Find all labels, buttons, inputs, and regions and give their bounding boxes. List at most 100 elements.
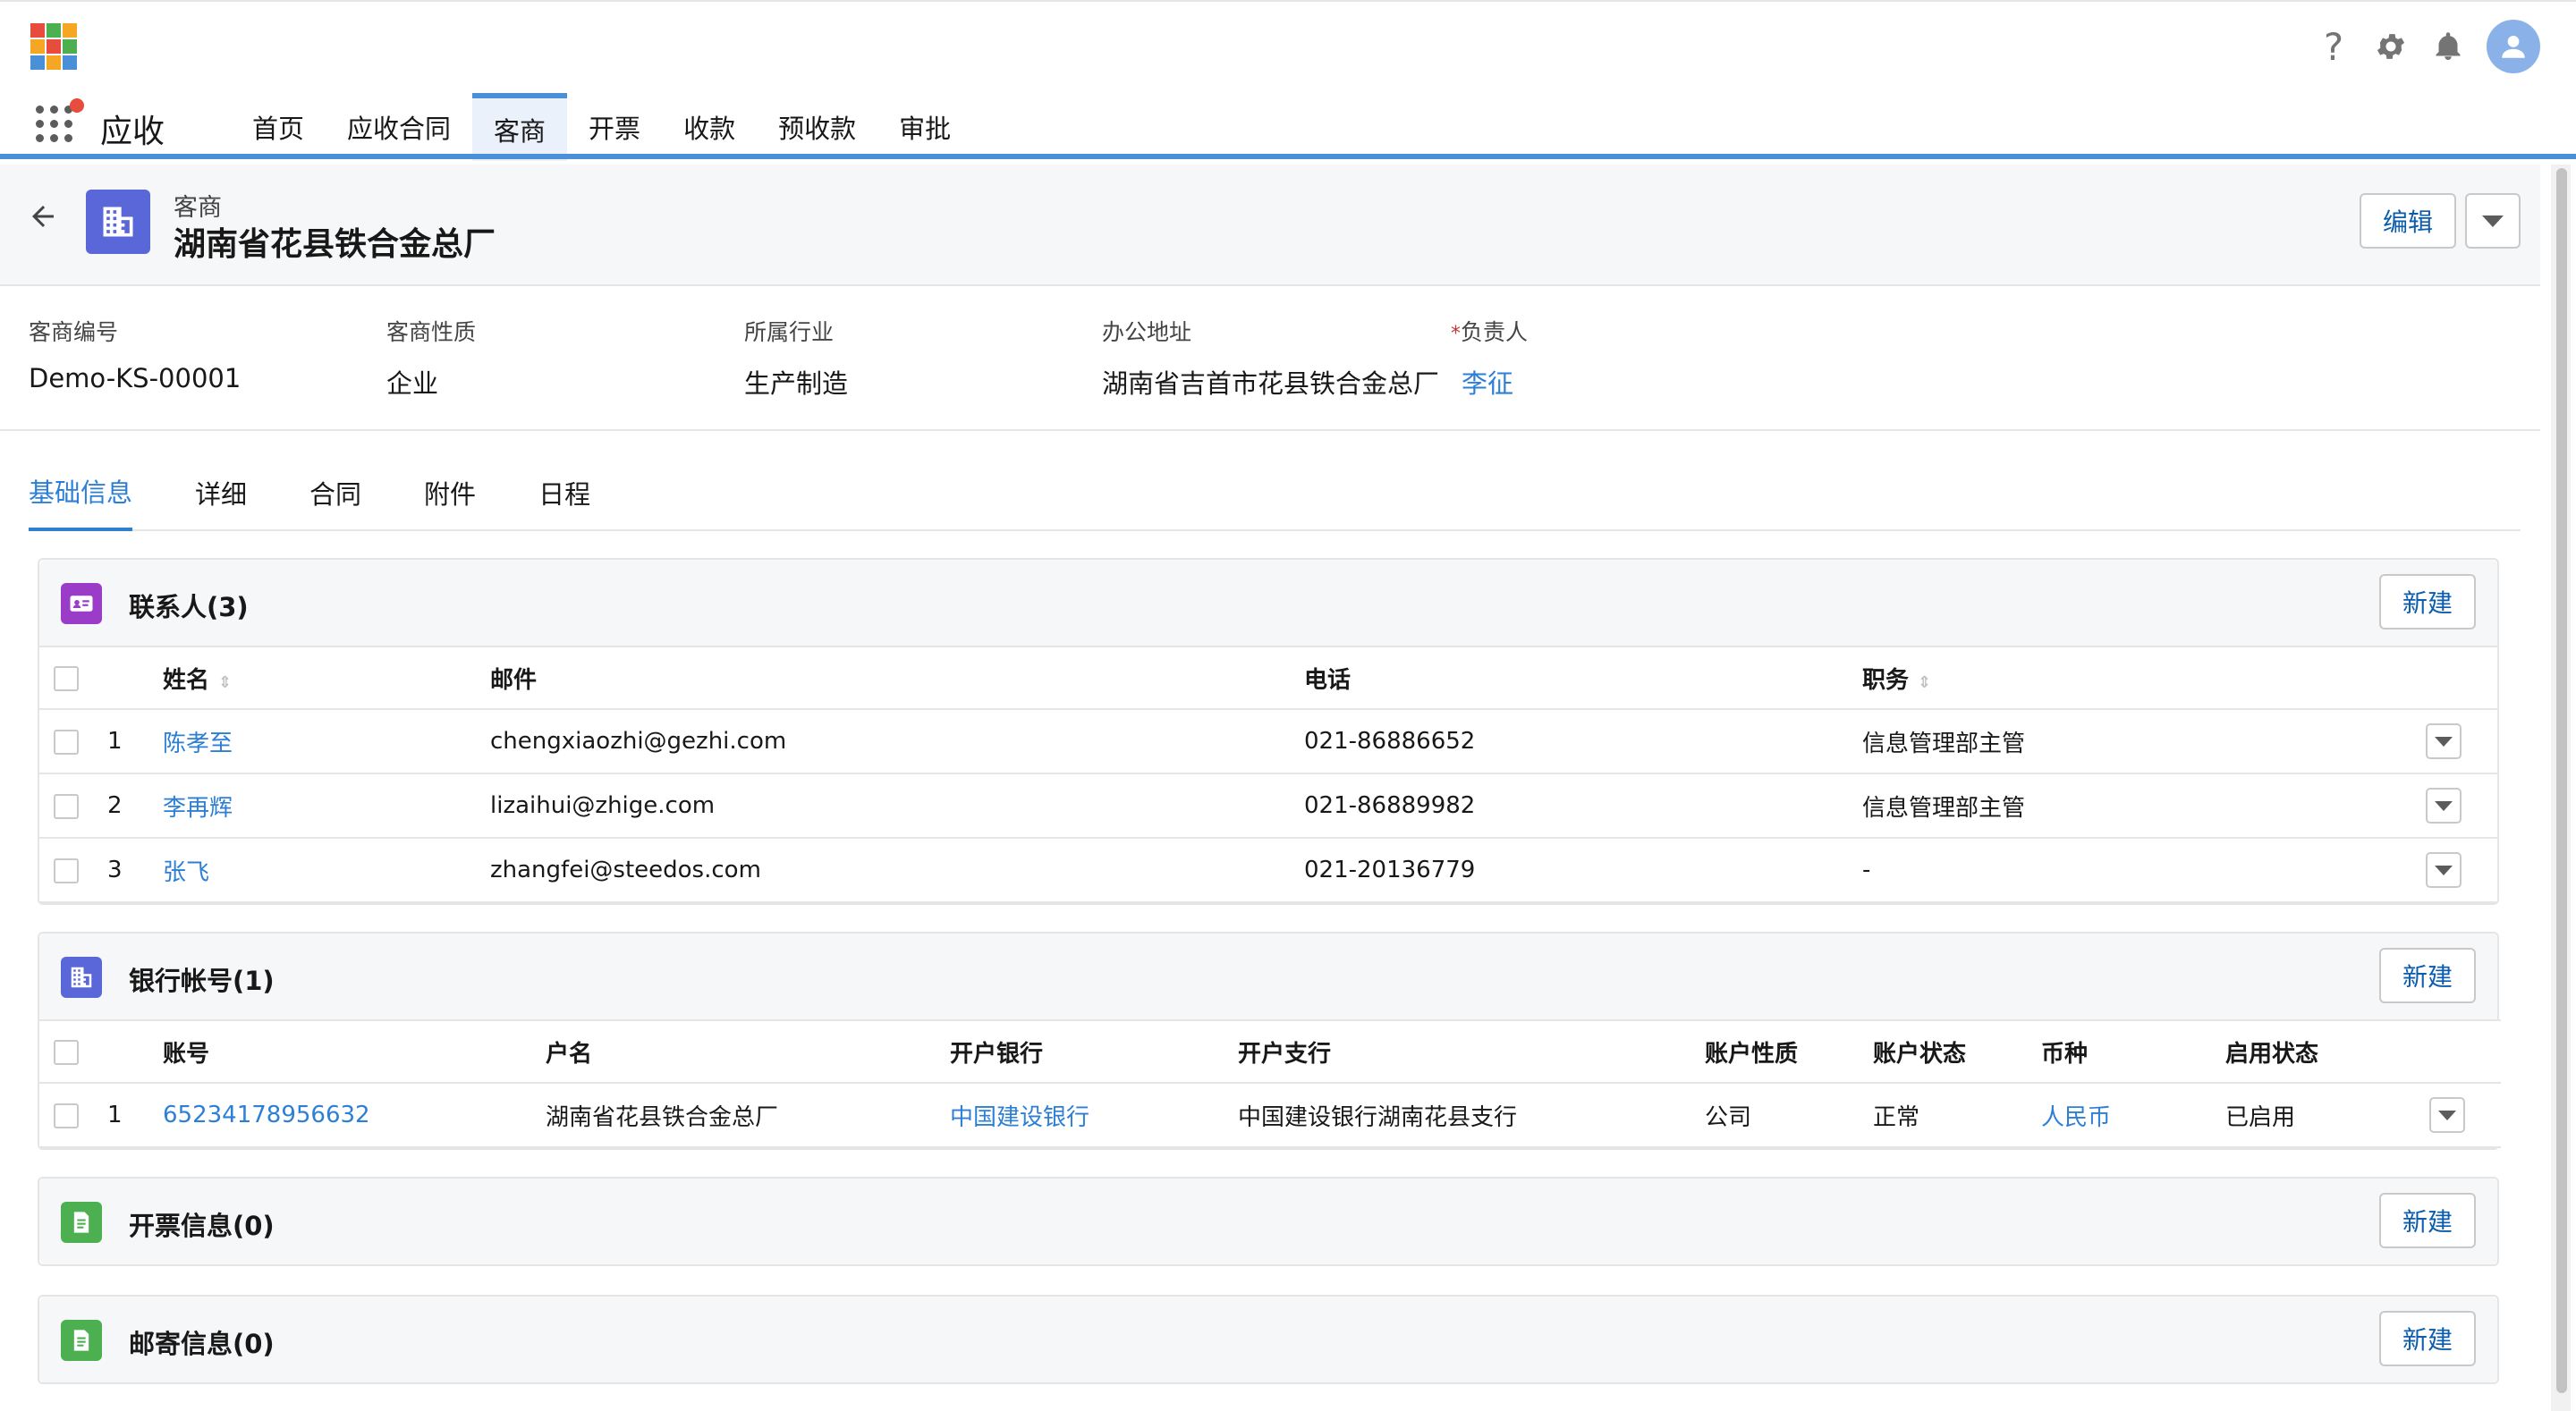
edit-button[interactable]: 编辑: [2360, 193, 2456, 249]
app-launcher-icon[interactable]: [36, 98, 84, 148]
field-label: 所属行业: [744, 319, 835, 345]
account-number-link[interactable]: 65234178956632: [163, 1083, 546, 1148]
related-list-mailing: 邮寄信息(0) 新建: [38, 1295, 2499, 1384]
contact-title: 信息管理部主管: [1862, 709, 2426, 774]
field-label: 办公地址: [1102, 319, 1192, 345]
chevron-down-icon: [2438, 1110, 2456, 1120]
record-header: 客商 湖南省花县铁合金总厂 编辑: [0, 165, 2540, 286]
scrollbar-thumb[interactable]: [2556, 168, 2567, 1393]
row-checkbox[interactable]: [54, 729, 79, 755]
table-row: 1 陈孝至 chengxiaozhi@gezhi.com 021-8688665…: [39, 709, 2497, 774]
table-row: 3 张飞 zhangfei@steedos.com 021-20136779 -: [39, 838, 2497, 903]
currency-link[interactable]: 人民币: [2041, 1083, 2225, 1148]
table-row: 2 李再辉 lizaihui@zhige.com 021-86889982 信息…: [39, 773, 2497, 839]
table-header-row: 账号 户名 开户银行 开户支行 账户性质 账户状态 币种 启用状态: [39, 1019, 2501, 1084]
contact-email: zhangfei@steedos.com: [490, 838, 1304, 903]
field-label: 客商编号: [29, 319, 119, 345]
related-list-title: 开票信息(0): [129, 1211, 275, 1241]
building-icon: [86, 190, 150, 254]
column-header-email: 邮件: [490, 646, 1304, 710]
nav-tab-approvals[interactable]: 审批: [877, 93, 972, 161]
chevron-down-icon: [2435, 865, 2453, 875]
bank-link[interactable]: 中国建设银行: [950, 1083, 1238, 1148]
chevron-down-icon: [2482, 215, 2504, 227]
nav-tabs: 首页 应收合同 客商 开票 收款 预收款 审批: [231, 93, 972, 161]
sort-icon[interactable]: ⇕: [1918, 673, 1931, 692]
table-row: 1 65234178956632 湖南省花县铁合金总厂 中国建设银行 中国建设银…: [39, 1083, 2501, 1148]
row-actions-button[interactable]: [2426, 788, 2462, 824]
chevron-down-icon: [2435, 800, 2453, 811]
vertical-scrollbar[interactable]: [2551, 165, 2571, 1411]
row-checkbox[interactable]: [54, 793, 79, 819]
account-holder: 湖南省花县铁合金总厂: [546, 1083, 950, 1148]
contact-phone: 021-86889982: [1304, 773, 1862, 839]
tab-attachments[interactable]: 附件: [424, 454, 476, 531]
help-icon[interactable]: ?: [2315, 20, 2352, 73]
field-office-address: 办公地址 湖南省吉首市花县铁合金总厂: [1102, 315, 1439, 401]
back-arrow-icon[interactable]: [27, 200, 59, 241]
row-actions-button[interactable]: [2429, 1097, 2465, 1133]
column-header-nature: 账户性质: [1705, 1019, 1873, 1084]
nav-tab-customers[interactable]: 客商: [472, 93, 568, 161]
new-contact-button[interactable]: 新建: [2379, 574, 2476, 629]
column-header-title[interactable]: 职务 ⇕: [1862, 646, 2426, 710]
gear-icon[interactable]: [2372, 20, 2410, 73]
contact-email: chengxiaozhi@gezhi.com: [490, 709, 1304, 774]
enabled-status: 已启用: [2225, 1083, 2429, 1148]
new-mailing-button[interactable]: 新建: [2379, 1311, 2476, 1366]
owner-link[interactable]: 李征: [1462, 363, 1528, 401]
field-value: 生产制造: [744, 368, 849, 399]
new-invoice-button[interactable]: 新建: [2379, 1193, 2476, 1248]
select-all-checkbox[interactable]: [54, 1039, 79, 1065]
related-list-header: 联系人(3) 新建: [39, 560, 2497, 646]
bell-icon[interactable]: [2429, 20, 2467, 73]
tab-details[interactable]: 详细: [195, 454, 247, 531]
contact-title: 信息管理部主管: [1862, 773, 2426, 839]
row-actions-button[interactable]: [2426, 723, 2462, 759]
contact-email: lizaihui@zhige.com: [490, 773, 1304, 839]
bank-accounts-table: 账号 户名 开户银行 开户支行 账户性质 账户状态 币种 启用状态 1 6523…: [39, 1019, 2501, 1148]
document-icon: [61, 1202, 102, 1243]
sort-icon[interactable]: ⇕: [218, 673, 232, 692]
contact-card-icon: [61, 583, 102, 624]
tab-basic-info[interactable]: 基础信息: [29, 454, 133, 531]
field-label: 客商性质: [386, 319, 477, 345]
select-all-checkbox[interactable]: [54, 665, 79, 691]
column-header-holder: 户名: [546, 1019, 950, 1084]
column-header-name[interactable]: 姓名 ⇕: [163, 646, 490, 710]
row-number: 3: [107, 838, 163, 903]
record-title: 湖南省花县铁合金总厂: [174, 226, 496, 263]
row-checkbox[interactable]: [54, 1103, 79, 1128]
row-actions-button[interactable]: [2426, 852, 2462, 888]
more-actions-button[interactable]: [2465, 193, 2521, 249]
column-header-currency: 币种: [2041, 1019, 2225, 1084]
column-header-phone: 电话: [1304, 646, 1862, 710]
nav-tab-home[interactable]: 首页: [231, 93, 326, 161]
detail-tabs: 基础信息 详细 合同 附件 日程: [29, 454, 2521, 531]
nav-tab-receivable-contracts[interactable]: 应收合同: [326, 93, 472, 161]
row-number: 1: [107, 1083, 163, 1148]
nav-tab-invoicing[interactable]: 开票: [567, 93, 662, 161]
tab-schedule[interactable]: 日程: [538, 454, 590, 531]
contact-name-link[interactable]: 李再辉: [163, 773, 490, 839]
field-customer-nature: 客商性质 企业: [386, 315, 476, 401]
related-list-contacts: 联系人(3) 新建 姓名 ⇕ 邮件 电话 职务 ⇕ 1 陈孝至 chengxiaoz…: [38, 558, 2499, 905]
contact-name-link[interactable]: 陈孝至: [163, 709, 490, 774]
row-checkbox[interactable]: [54, 858, 79, 883]
nav-tab-receipts[interactable]: 收款: [662, 93, 757, 161]
field-owner: *负责人 李征: [1451, 315, 1528, 401]
contact-title: -: [1862, 838, 2426, 903]
new-bank-account-button[interactable]: 新建: [2379, 948, 2476, 1003]
field-customer-code: 客商编号 Demo-KS-00001: [29, 315, 241, 393]
app-logo: [30, 23, 77, 72]
related-list-bank-accounts: 银行帐号(1) 新建 账号 户名 开户银行 开户支行 账户性质 账户状态 币种 …: [38, 932, 2501, 1150]
global-header: ? 应收 首页 应收合同 客商 开票 收款 预收款 审批: [0, 0, 2576, 161]
contact-name-link[interactable]: 张飞: [163, 838, 490, 903]
tab-contracts[interactable]: 合同: [309, 454, 361, 531]
user-avatar-icon[interactable]: [2487, 20, 2540, 73]
field-label: 负责人: [1461, 319, 1529, 345]
related-list-title: 联系人(3): [129, 592, 249, 622]
document-icon: [61, 1320, 102, 1361]
nav-tab-advance-receipts[interactable]: 预收款: [757, 93, 877, 161]
related-list-header: 邮寄信息(0) 新建: [39, 1297, 2497, 1382]
